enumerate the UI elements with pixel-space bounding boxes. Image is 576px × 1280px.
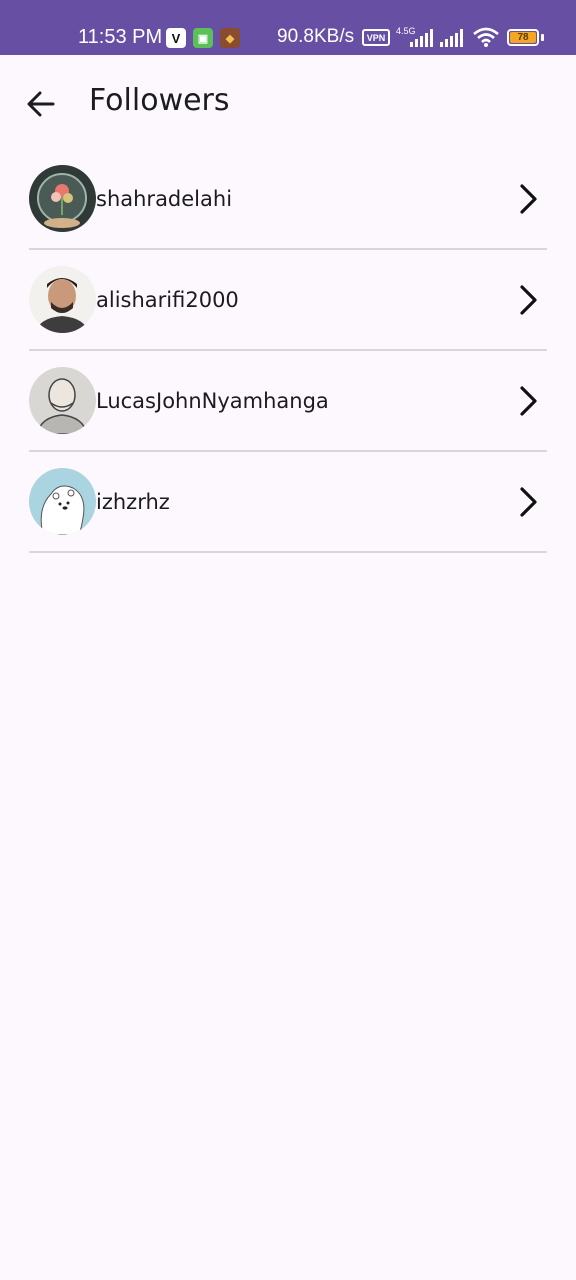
follower-username: shahradelahi [96,186,233,211]
battery-icon: 78 [507,29,539,46]
page-title: Followers [89,83,230,118]
avatar [29,468,96,535]
status-bar: 11:53 PM V ▣ ◆ 90.8KB/s VPN 4.5G 78 [0,0,576,55]
chevron-right-icon [520,487,537,517]
chevron-right-icon [520,184,537,214]
battery-level: 78 [510,32,536,43]
avatar [29,165,96,232]
battery-tip [541,34,544,41]
follower-row[interactable]: shahradelahi [29,149,547,250]
app-bar: Followers [0,55,576,153]
game-icon: ◆ [220,28,240,48]
signal-icon [440,29,463,47]
follower-row[interactable]: LucasJohnNyamhanga [29,351,547,452]
android-icon: ▣ [193,28,213,48]
follower-username: LucasJohnNyamhanga [96,388,329,413]
back-button[interactable] [16,79,66,129]
network-speed: 90.8KB/s [277,26,355,47]
follower-row[interactable]: izhzrhz [29,452,547,553]
follower-username: izhzrhz [96,489,170,514]
chevron-right-icon [520,285,537,315]
follower-row[interactable]: alisharifi2000 [29,250,547,351]
wifi-icon [473,27,499,47]
vivo-icon: V [166,28,186,48]
chevron-right-icon [520,386,537,416]
follower-username: alisharifi2000 [96,287,239,312]
follower-list: shahradelahi alisharifi2000 LucasJohnNya… [29,149,547,553]
status-time: 11:53 PM [78,26,163,48]
avatar [29,367,96,434]
vpn-badge: VPN [362,29,390,46]
arrow-left-icon [27,91,55,117]
signal-icon [410,29,433,47]
avatar [29,266,96,333]
